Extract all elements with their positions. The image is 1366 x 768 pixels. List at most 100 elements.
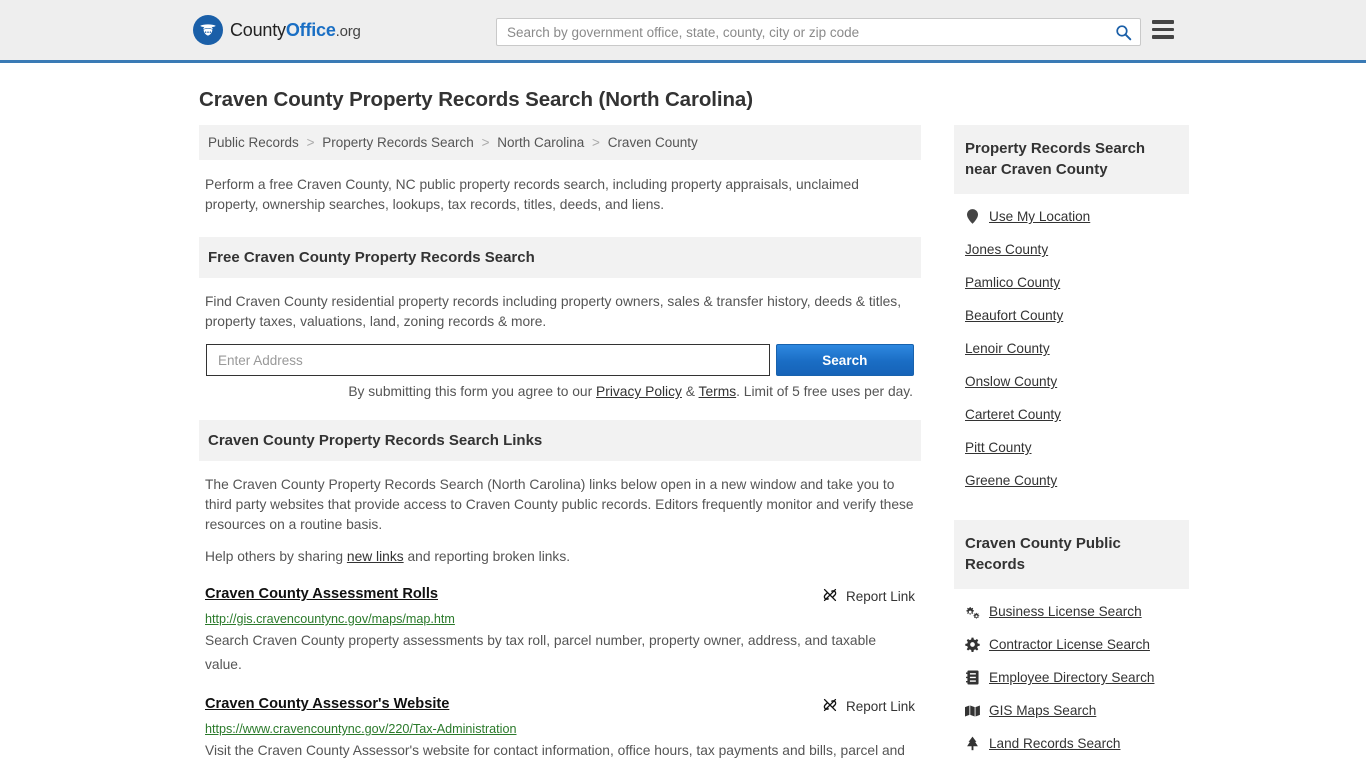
result-title[interactable]: Craven County Assessor's Website bbox=[205, 696, 449, 712]
breadcrumb-item-craven-county[interactable]: Craven County bbox=[608, 135, 698, 150]
sidebar-public-records-heading: Craven County Public Records bbox=[954, 520, 1189, 589]
free-search-body: Find Craven County residential property … bbox=[199, 278, 921, 402]
hamburger-menu-icon[interactable] bbox=[1152, 20, 1174, 39]
page-title: Craven County Property Records Search (N… bbox=[199, 88, 753, 111]
cogs-icon bbox=[965, 605, 980, 619]
report-link-label: Report Link bbox=[845, 589, 915, 604]
free-search-description: Find Craven County residential property … bbox=[205, 294, 902, 329]
breadcrumb-separator: > bbox=[592, 135, 600, 150]
report-link-button[interactable]: Report Link bbox=[822, 586, 915, 606]
page-container: Craven County Property Records Search (N… bbox=[0, 88, 1366, 768]
sidebar-item-onslow-county[interactable]: Onslow County bbox=[954, 365, 1189, 398]
sidebar-item-lenoir-county[interactable]: Lenoir County bbox=[954, 332, 1189, 365]
sidebar-link-label[interactable]: Pamlico County bbox=[965, 275, 1060, 290]
result-header: Craven County Assessor's Website Report … bbox=[205, 696, 915, 716]
result-title[interactable]: Craven County Assessment Rolls bbox=[205, 586, 438, 602]
sidebar-item-carteret-county[interactable]: Carteret County bbox=[954, 398, 1189, 431]
map-icon bbox=[965, 704, 980, 718]
map-pin-icon bbox=[965, 209, 980, 224]
sidebar-nearby-list: Use My Location Jones County Pamlico Cou… bbox=[954, 194, 1189, 497]
breadcrumb-separator: > bbox=[481, 135, 490, 150]
result-url[interactable]: https://www.cravencountync.gov/220/Tax-A… bbox=[205, 722, 915, 736]
hamburger-bar bbox=[1152, 20, 1174, 24]
sidebar-link-label[interactable]: GIS Maps Search bbox=[989, 703, 1096, 718]
search-input[interactable] bbox=[497, 19, 1106, 45]
site-logo-text: CountyOffice.org bbox=[230, 20, 361, 41]
sidebar-item-use-my-location[interactable]: Use My Location bbox=[954, 200, 1189, 233]
sidebar-link-label[interactable]: Contractor License Search bbox=[989, 637, 1150, 652]
sidebar-public-records-list: Business License Search Contractor Licen… bbox=[954, 589, 1189, 760]
search-icon[interactable] bbox=[1106, 19, 1140, 45]
content-row: Public Records > Property Records Search… bbox=[199, 125, 1189, 768]
breadcrumb-item-public-records[interactable]: Public Records bbox=[208, 135, 299, 150]
address-input[interactable] bbox=[206, 344, 770, 376]
global-search-bar[interactable] bbox=[496, 18, 1141, 46]
gear-icon bbox=[965, 637, 980, 652]
breadcrumb-item-north-carolina[interactable]: North Carolina bbox=[497, 135, 584, 150]
help-pre: Help others by sharing bbox=[205, 549, 347, 564]
sidebar-link-label[interactable]: Pitt County bbox=[965, 440, 1032, 455]
sidebar-item-business-license-search[interactable]: Business License Search bbox=[954, 595, 1189, 628]
result-url[interactable]: http://gis.cravencountync.gov/maps/map.h… bbox=[205, 612, 915, 626]
main-column: Public Records > Property Records Search… bbox=[199, 125, 921, 768]
sidebar-link-label[interactable]: Greene County bbox=[965, 473, 1057, 488]
sidebar-item-beaufort-county[interactable]: Beaufort County bbox=[954, 299, 1189, 332]
sidebar-link-label[interactable]: Jones County bbox=[965, 242, 1048, 257]
search-button[interactable]: Search bbox=[775, 344, 914, 376]
result-item: Craven County Assessment Rolls Report Li… bbox=[199, 586, 921, 677]
new-links-link[interactable]: new links bbox=[347, 549, 404, 564]
hamburger-bar bbox=[1152, 27, 1174, 31]
sidebar-link-label[interactable]: Use My Location bbox=[989, 209, 1090, 224]
breadcrumb: Public Records > Property Records Search… bbox=[199, 125, 921, 160]
sidebar-link-label[interactable]: Onslow County bbox=[965, 374, 1057, 389]
breadcrumb-item-property-records-search[interactable]: Property Records Search bbox=[322, 135, 474, 150]
page-intro-text: Perform a free Craven County, NC public … bbox=[205, 177, 859, 212]
sidebar-item-jones-county[interactable]: Jones County bbox=[954, 233, 1189, 266]
sidebar-link-label[interactable]: Carteret County bbox=[965, 407, 1061, 422]
broken-link-icon bbox=[822, 587, 838, 606]
eagle-shield-logo-icon bbox=[193, 15, 223, 45]
help-post: and reporting broken links. bbox=[403, 549, 571, 564]
report-link-label: Report Link bbox=[845, 699, 915, 714]
sidebar-item-pitt-county[interactable]: Pitt County bbox=[954, 431, 1189, 464]
sidebar-item-gis-maps-search[interactable]: GIS Maps Search bbox=[954, 694, 1189, 727]
sidebar-link-label[interactable]: Employee Directory Search bbox=[989, 670, 1154, 685]
sidebar: Property Records Search near Craven Coun… bbox=[954, 125, 1189, 768]
fineprint-amp: & bbox=[681, 384, 699, 399]
sidebar-link-label[interactable]: Business License Search bbox=[989, 604, 1142, 619]
hamburger-bar bbox=[1152, 35, 1174, 39]
sidebar-item-greene-county[interactable]: Greene County bbox=[954, 464, 1189, 497]
sidebar-nearby-heading: Property Records Search near Craven Coun… bbox=[954, 125, 1189, 194]
terms-link[interactable]: Terms bbox=[699, 384, 737, 399]
form-fineprint: By submitting this form you agree to our… bbox=[205, 382, 915, 402]
logo-text-office: Office bbox=[285, 19, 336, 40]
report-link-button[interactable]: Report Link bbox=[822, 696, 915, 716]
links-section-body: The Craven County Property Records Searc… bbox=[199, 461, 921, 567]
result-header: Craven County Assessment Rolls Report Li… bbox=[205, 586, 915, 606]
result-description: Visit the Craven County Assessor's websi… bbox=[205, 743, 905, 768]
sidebar-item-pamlico-county[interactable]: Pamlico County bbox=[954, 266, 1189, 299]
site-header: CountyOffice.org bbox=[0, 0, 1366, 63]
sidebar-link-label[interactable]: Land Records Search bbox=[989, 736, 1120, 751]
result-item: Craven County Assessor's Website Report … bbox=[199, 696, 921, 768]
privacy-policy-link[interactable]: Privacy Policy bbox=[596, 384, 682, 399]
sidebar-link-label[interactable]: Beaufort County bbox=[965, 308, 1063, 323]
free-search-heading: Free Craven County Property Records Sear… bbox=[199, 237, 921, 278]
sidebar-link-label[interactable]: Lenoir County bbox=[965, 341, 1050, 356]
links-section-help: Help others by sharing new links and rep… bbox=[205, 547, 915, 567]
fineprint-post: . Limit of 5 free uses per day. bbox=[736, 384, 913, 399]
sidebar-item-employee-directory-search[interactable]: Employee Directory Search bbox=[954, 661, 1189, 694]
links-section-heading: Craven County Property Records Search Li… bbox=[199, 420, 921, 461]
breadcrumb-separator: > bbox=[306, 135, 315, 150]
tree-icon bbox=[965, 736, 980, 751]
links-section-paragraph: The Craven County Property Records Searc… bbox=[205, 477, 914, 532]
sidebar-item-contractor-license-search[interactable]: Contractor License Search bbox=[954, 628, 1189, 661]
fineprint-pre: By submitting this form you agree to our bbox=[348, 384, 597, 399]
broken-link-icon bbox=[822, 697, 838, 716]
logo-text-county: County bbox=[230, 19, 286, 40]
sidebar-item-land-records-search[interactable]: Land Records Search bbox=[954, 727, 1189, 760]
logo-text-org: .org bbox=[335, 22, 361, 40]
site-logo[interactable]: CountyOffice.org bbox=[193, 15, 361, 45]
address-search-form: Search bbox=[205, 344, 915, 376]
address-book-icon bbox=[965, 670, 980, 685]
